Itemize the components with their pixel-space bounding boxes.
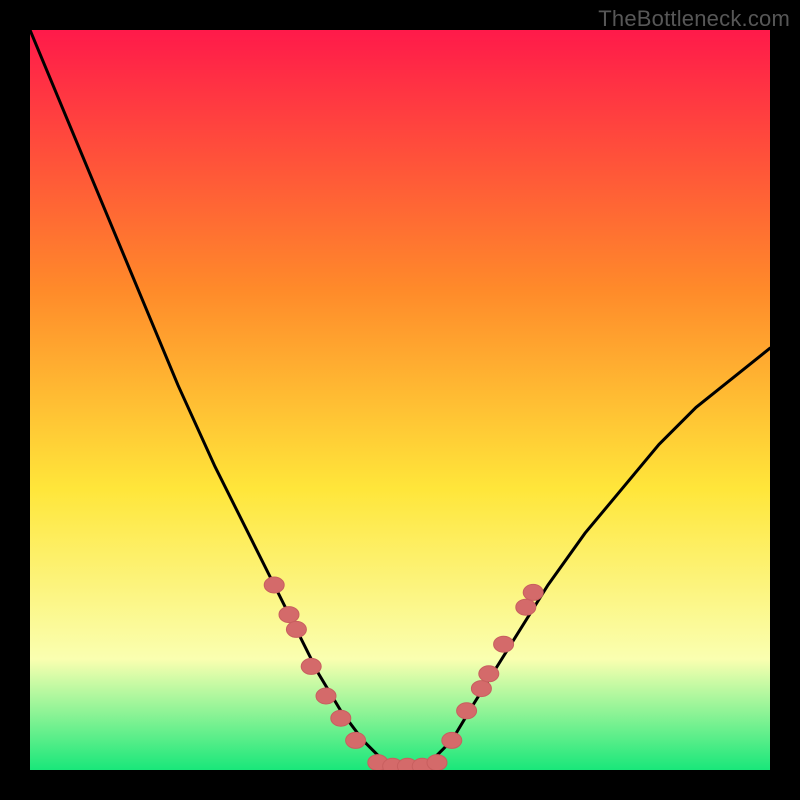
- bottleneck-curve: [30, 30, 770, 770]
- bottleneck-chart: [30, 30, 770, 770]
- data-marker: [301, 658, 321, 674]
- data-marker: [331, 710, 351, 726]
- data-marker: [346, 732, 366, 748]
- data-marker: [427, 755, 447, 770]
- watermark-label: TheBottleneck.com: [598, 6, 790, 32]
- data-marker: [523, 584, 543, 600]
- data-marker: [442, 732, 462, 748]
- data-marker: [457, 703, 477, 719]
- data-marker: [471, 681, 491, 697]
- data-marker: [286, 621, 306, 637]
- data-marker: [279, 607, 299, 623]
- chart-frame: TheBottleneck.com: [0, 0, 800, 800]
- data-marker: [494, 636, 514, 652]
- data-marker: [479, 666, 499, 682]
- data-marker: [316, 688, 336, 704]
- data-marker: [516, 599, 536, 615]
- data-marker: [264, 577, 284, 593]
- plot-area: [30, 30, 770, 770]
